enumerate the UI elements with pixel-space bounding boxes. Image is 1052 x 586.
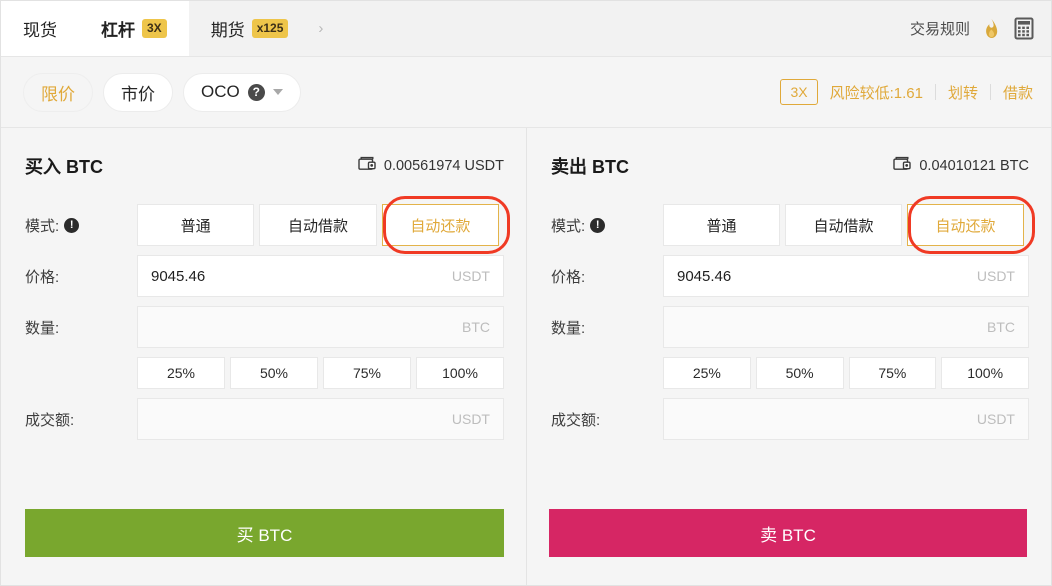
wallet-icon: [358, 156, 376, 176]
buy-mode-segmented: 普通 自动借款 自动还款: [137, 196, 510, 254]
order-type-limit-label: 限价: [41, 84, 75, 104]
chevron-down-icon[interactable]: [272, 89, 283, 95]
help-icon[interactable]: ?: [247, 83, 265, 101]
buy-percent-75[interactable]: 75%: [323, 357, 411, 389]
sell-available-balance: 0.04010121 BTC: [893, 156, 1029, 176]
order-form-panels: 买入 BTC 0.00561974 USDT 模式: ! 普通 自动借款 自动还…: [1, 128, 1051, 585]
calculator-icon[interactable]: [1013, 17, 1035, 40]
sell-total-label: 成交额:: [551, 411, 601, 429]
tabbar-actions: 交易规则: [910, 1, 1051, 56]
order-type-oco-label: OCO: [201, 82, 240, 101]
flame-icon[interactable]: [981, 18, 1002, 40]
sell-amount-input[interactable]: BTC: [663, 306, 1029, 348]
tab-spot-label: 现货: [23, 21, 57, 40]
sell-panel: 卖出 BTC 0.04010121 BTC 模式: ! 普通 自动借款 自动还款…: [526, 128, 1051, 585]
tab-margin-badge: 3X: [142, 19, 167, 38]
sell-percent-row: 25% 50% 75% 100%: [663, 357, 1029, 389]
buy-mode-label: 模式: !: [25, 215, 137, 236]
sell-submit-button[interactable]: 卖 BTC: [549, 509, 1027, 557]
sell-amount-label: 数量:: [551, 319, 586, 337]
chevron-right-icon[interactable]: ›: [310, 1, 339, 56]
buy-price-value: 9045.46: [151, 267, 206, 285]
sell-percent-50[interactable]: 50%: [755, 357, 844, 389]
buy-panel: 买入 BTC 0.00561974 USDT 模式: ! 普通 自动借款 自动还…: [1, 128, 526, 585]
sell-balance-value: 0.04010121 BTC: [919, 158, 1029, 174]
sell-mode-normal[interactable]: 普通: [663, 204, 780, 246]
order-type-market-label: 市价: [121, 84, 155, 104]
sell-amount-unit: BTC: [987, 319, 1015, 335]
sell-price-unit: USDT: [976, 268, 1015, 284]
sell-mode-row: 模式: ! 普通 自动借款 自动还款: [551, 196, 1035, 254]
sell-percent-75[interactable]: 75%: [848, 357, 937, 389]
tab-futures[interactable]: 期货 x125: [189, 1, 311, 56]
buy-panel-title: 买入 BTC: [25, 157, 103, 177]
buy-percent-50[interactable]: 50%: [230, 357, 318, 389]
buy-amount-row: 数量: BTC: [25, 306, 504, 348]
buy-balance-value: 0.00561974 USDT: [383, 158, 504, 174]
buy-available-balance: 0.00561974 USDT: [358, 156, 504, 176]
order-type-oco[interactable]: OCO ?: [183, 72, 301, 112]
sell-mode-label: 模式: !: [551, 215, 663, 236]
buy-total-unit: USDT: [451, 411, 490, 427]
buy-price-row: 价格: 9045.46 USDT: [25, 255, 504, 297]
buy-mode-normal[interactable]: 普通: [137, 204, 255, 246]
sell-percent-25[interactable]: 25%: [663, 357, 751, 389]
buy-amount-input[interactable]: BTC: [137, 306, 504, 348]
buy-percent-100[interactable]: 100%: [416, 357, 504, 389]
borrow-link[interactable]: 借款: [1003, 82, 1033, 103]
buy-amount-label: 数量:: [25, 319, 60, 337]
margin-status-group: 3X 风险较低:1.61 划转 借款: [780, 79, 1033, 105]
sell-amount-row: 数量: BTC: [551, 306, 1029, 348]
market-tabs: 现货 杠杆 3X 期货 x125 ›: [1, 1, 339, 56]
buy-mode-auto-borrow[interactable]: 自动借款: [259, 204, 377, 246]
sell-total-row: 成交额: USDT: [551, 398, 1029, 440]
buy-total-label: 成交额:: [25, 411, 75, 429]
buy-price-label: 价格:: [25, 268, 60, 286]
buy-mode-label-text: 模式:: [25, 217, 60, 235]
trading-rules-link[interactable]: 交易规则: [910, 18, 970, 39]
buy-submit-button[interactable]: 买 BTC: [25, 509, 504, 557]
market-type-tabbar: 现货 杠杆 3X 期货 x125 › 交易规则: [1, 1, 1051, 57]
divider: [934, 84, 936, 100]
sell-percent-100[interactable]: 100%: [941, 357, 1029, 389]
tab-futures-label: 期货: [210, 21, 245, 40]
buy-percent-25[interactable]: 25%: [137, 357, 225, 389]
sell-price-row: 价格: 9045.46 USDT: [551, 255, 1029, 297]
buy-mode-row: 模式: ! 普通 自动借款 自动还款: [25, 196, 510, 254]
margin-trading-panel: 现货 杠杆 3X 期货 x125 › 交易规则 限价 市价 OCO ? 3X 风…: [0, 0, 1052, 586]
buy-panel-header: 买入 BTC 0.00561974 USDT: [25, 154, 504, 178]
sell-mode-auto-borrow[interactable]: 自动借款: [785, 204, 902, 246]
leverage-badge[interactable]: 3X: [780, 79, 818, 105]
buy-price-unit: USDT: [451, 268, 490, 284]
sell-price-label: 价格:: [551, 268, 586, 286]
wallet-icon: [893, 156, 912, 176]
sell-mode-auto-repay[interactable]: 自动还款: [907, 204, 1024, 246]
tab-margin[interactable]: 杠杆 3X: [79, 1, 189, 56]
tab-futures-badge: x125: [251, 19, 289, 38]
buy-price-input[interactable]: 9045.46 USDT: [137, 255, 504, 297]
buy-total-row: 成交额: USDT: [25, 398, 504, 440]
tab-spot[interactable]: 现货: [1, 1, 79, 56]
info-icon[interactable]: !: [590, 217, 606, 233]
sell-panel-title: 卖出 BTC: [551, 157, 629, 177]
order-type-limit[interactable]: 限价: [23, 72, 93, 112]
sell-price-value: 9045.46: [677, 267, 732, 285]
buy-amount-unit: BTC: [462, 319, 490, 335]
sell-price-input[interactable]: 9045.46 USDT: [663, 255, 1029, 297]
buy-mode-auto-repay[interactable]: 自动还款: [381, 204, 499, 246]
risk-level-text: 风险较低:1.61: [829, 84, 923, 102]
sell-total-input[interactable]: USDT: [663, 398, 1029, 440]
info-icon[interactable]: !: [64, 217, 80, 233]
sell-mode-segmented: 普通 自动借款 自动还款: [663, 196, 1035, 254]
buy-total-input[interactable]: USDT: [137, 398, 504, 440]
buy-percent-row: 25% 50% 75% 100%: [137, 357, 504, 389]
order-type-market[interactable]: 市价: [103, 72, 173, 112]
sell-total-unit: USDT: [976, 411, 1015, 427]
divider: [989, 84, 991, 100]
order-type-toolbar: 限价 市价 OCO ? 3X 风险较低:1.61 划转 借款: [1, 57, 1051, 128]
tab-margin-label: 杠杆: [101, 21, 135, 40]
sell-mode-label-text: 模式:: [551, 217, 586, 235]
sell-panel-header: 卖出 BTC 0.04010121 BTC: [551, 154, 1029, 178]
transfer-link[interactable]: 划转: [948, 82, 978, 103]
